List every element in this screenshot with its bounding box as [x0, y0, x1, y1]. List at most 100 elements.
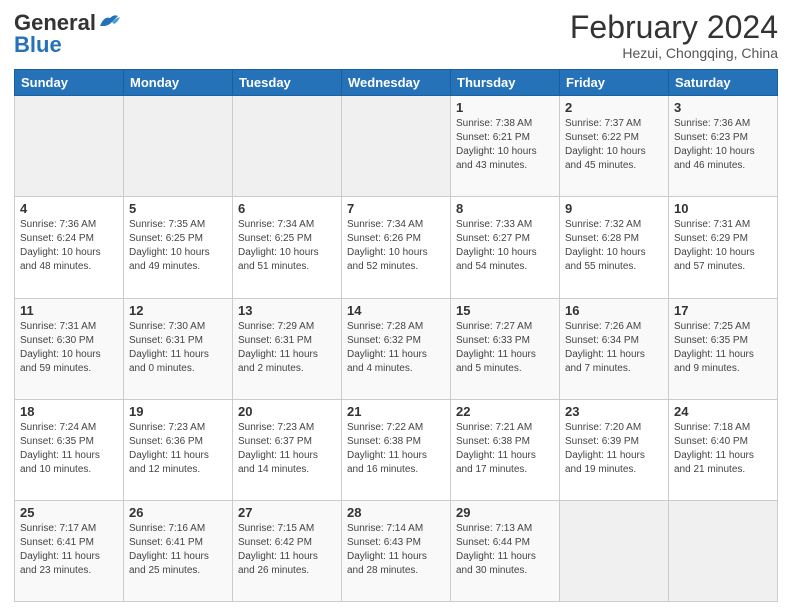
- page: General Blue February 2024 Hezui, Chongq…: [0, 0, 792, 612]
- day-number: 13: [238, 303, 336, 318]
- calendar-cell: 9 Sunrise: 7:32 AM Sunset: 6:28 PM Daylig…: [560, 197, 669, 298]
- calendar-cell: 10 Sunrise: 7:31 AM Sunset: 6:29 PM Dayli…: [669, 197, 778, 298]
- day-info: Sunrise: 7:20 AM Sunset: 6:39 PM Dayligh…: [565, 421, 663, 477]
- calendar-cell: 26 Sunrise: 7:16 AM Sunset: 6:41 PM Dayli…: [124, 500, 233, 601]
- day-info: Sunrise: 7:28 AM Sunset: 6:32 PM Dayligh…: [347, 320, 445, 376]
- day-number: 1: [456, 100, 554, 115]
- day-number: 20: [238, 404, 336, 419]
- header: General Blue February 2024 Hezui, Chongq…: [14, 10, 778, 61]
- day-number: 5: [129, 201, 227, 216]
- day-info: Sunrise: 7:13 AM Sunset: 6:44 PM Dayligh…: [456, 522, 554, 578]
- calendar-cell: 18Sunrise: 7:24 AM Sunset: 6:35 PM Dayli…: [15, 399, 124, 500]
- calendar-cell: 16 Sunrise: 7:26 AM Sunset: 6:34 PM Dayli…: [560, 298, 669, 399]
- calendar-cell: 24Sunrise: 7:18 AM Sunset: 6:40 PM Dayli…: [669, 399, 778, 500]
- day-info: Sunrise: 7:35 AM Sunset: 6:25 PM Dayligh…: [129, 218, 227, 274]
- day-info: Sunrise: 7:34 AM Sunset: 6:26 PM Dayligh…: [347, 218, 445, 274]
- calendar-cell: 19Sunrise: 7:23 AM Sunset: 6:36 PM Dayli…: [124, 399, 233, 500]
- day-number: 6: [238, 201, 336, 216]
- day-info: Sunrise: 7:30 AM Sunset: 6:31 PM Dayligh…: [129, 320, 227, 376]
- day-number: 24: [674, 404, 772, 419]
- calendar-cell: 14 Sunrise: 7:28 AM Sunset: 6:32 PM Dayli…: [342, 298, 451, 399]
- day-info: Sunrise: 7:32 AM Sunset: 6:28 PM Dayligh…: [565, 218, 663, 274]
- calendar-cell: [560, 500, 669, 601]
- day-number: 4: [20, 201, 118, 216]
- day-info: Sunrise: 7:16 AM Sunset: 6:41 PM Dayligh…: [129, 522, 227, 578]
- calendar-cell: 28Sunrise: 7:14 AM Sunset: 6:43 PM Dayli…: [342, 500, 451, 601]
- day-info: Sunrise: 7:22 AM Sunset: 6:38 PM Dayligh…: [347, 421, 445, 477]
- calendar-cell: 3 Sunrise: 7:36 AM Sunset: 6:23 PM Daylig…: [669, 96, 778, 197]
- week-row: 25 Sunrise: 7:17 AM Sunset: 6:41 PM Dayli…: [15, 500, 778, 601]
- calendar-cell: [342, 96, 451, 197]
- calendar-col-header: Sunday: [15, 70, 124, 96]
- week-row: 11Sunrise: 7:31 AM Sunset: 6:30 PM Dayli…: [15, 298, 778, 399]
- day-number: 11: [20, 303, 118, 318]
- calendar-cell: 7 Sunrise: 7:34 AM Sunset: 6:26 PM Daylig…: [342, 197, 451, 298]
- day-number: 27: [238, 505, 336, 520]
- logo-bird-icon: [98, 12, 120, 30]
- day-info: Sunrise: 7:15 AM Sunset: 6:42 PM Dayligh…: [238, 522, 336, 578]
- day-info: Sunrise: 7:21 AM Sunset: 6:38 PM Dayligh…: [456, 421, 554, 477]
- day-info: Sunrise: 7:31 AM Sunset: 6:29 PM Dayligh…: [674, 218, 772, 274]
- calendar-cell: [124, 96, 233, 197]
- day-info: Sunrise: 7:26 AM Sunset: 6:34 PM Dayligh…: [565, 320, 663, 376]
- day-number: 2: [565, 100, 663, 115]
- day-number: 15: [456, 303, 554, 318]
- day-number: 26: [129, 505, 227, 520]
- location: Hezui, Chongqing, China: [570, 45, 778, 61]
- logo-blue: Blue: [14, 32, 62, 58]
- calendar-cell: 15 Sunrise: 7:27 AM Sunset: 6:33 PM Dayli…: [451, 298, 560, 399]
- calendar-header-row: SundayMondayTuesdayWednesdayThursdayFrid…: [15, 70, 778, 96]
- day-number: 16: [565, 303, 663, 318]
- calendar-cell: 6Sunrise: 7:34 AM Sunset: 6:25 PM Daylig…: [233, 197, 342, 298]
- calendar-cell: 25 Sunrise: 7:17 AM Sunset: 6:41 PM Dayli…: [15, 500, 124, 601]
- calendar-table: SundayMondayTuesdayWednesdayThursdayFrid…: [14, 69, 778, 602]
- week-row: 4 Sunrise: 7:36 AM Sunset: 6:24 PM Daylig…: [15, 197, 778, 298]
- day-info: Sunrise: 7:36 AM Sunset: 6:23 PM Dayligh…: [674, 117, 772, 173]
- calendar-cell: 27 Sunrise: 7:15 AM Sunset: 6:42 PM Dayli…: [233, 500, 342, 601]
- day-number: 25: [20, 505, 118, 520]
- day-number: 28: [347, 505, 445, 520]
- day-number: 9: [565, 201, 663, 216]
- day-info: Sunrise: 7:33 AM Sunset: 6:27 PM Dayligh…: [456, 218, 554, 274]
- day-number: 8: [456, 201, 554, 216]
- title-block: February 2024 Hezui, Chongqing, China: [570, 10, 778, 61]
- day-number: 23: [565, 404, 663, 419]
- calendar-col-header: Friday: [560, 70, 669, 96]
- day-number: 12: [129, 303, 227, 318]
- calendar-cell: 17 Sunrise: 7:25 AM Sunset: 6:35 PM Dayli…: [669, 298, 778, 399]
- day-info: Sunrise: 7:36 AM Sunset: 6:24 PM Dayligh…: [20, 218, 118, 274]
- calendar-cell: 13 Sunrise: 7:29 AM Sunset: 6:31 PM Dayli…: [233, 298, 342, 399]
- week-row: 18Sunrise: 7:24 AM Sunset: 6:35 PM Dayli…: [15, 399, 778, 500]
- calendar-cell: 5 Sunrise: 7:35 AM Sunset: 6:25 PM Daylig…: [124, 197, 233, 298]
- day-info: Sunrise: 7:23 AM Sunset: 6:37 PM Dayligh…: [238, 421, 336, 477]
- calendar-cell: 11Sunrise: 7:31 AM Sunset: 6:30 PM Dayli…: [15, 298, 124, 399]
- day-number: 29: [456, 505, 554, 520]
- logo: General Blue: [14, 10, 120, 58]
- day-info: Sunrise: 7:38 AM Sunset: 6:21 PM Dayligh…: [456, 117, 554, 173]
- day-number: 3: [674, 100, 772, 115]
- day-number: 17: [674, 303, 772, 318]
- day-number: 22: [456, 404, 554, 419]
- calendar-cell: 8 Sunrise: 7:33 AM Sunset: 6:27 PM Daylig…: [451, 197, 560, 298]
- day-info: Sunrise: 7:23 AM Sunset: 6:36 PM Dayligh…: [129, 421, 227, 477]
- calendar-col-header: Wednesday: [342, 70, 451, 96]
- calendar-cell: 2 Sunrise: 7:37 AM Sunset: 6:22 PM Daylig…: [560, 96, 669, 197]
- day-info: Sunrise: 7:17 AM Sunset: 6:41 PM Dayligh…: [20, 522, 118, 578]
- day-info: Sunrise: 7:25 AM Sunset: 6:35 PM Dayligh…: [674, 320, 772, 376]
- calendar-cell: 1 Sunrise: 7:38 AM Sunset: 6:21 PM Daylig…: [451, 96, 560, 197]
- day-number: 10: [674, 201, 772, 216]
- day-number: 14: [347, 303, 445, 318]
- calendar-cell: 4 Sunrise: 7:36 AM Sunset: 6:24 PM Daylig…: [15, 197, 124, 298]
- calendar-cell: 29 Sunrise: 7:13 AM Sunset: 6:44 PM Dayli…: [451, 500, 560, 601]
- day-number: 18: [20, 404, 118, 419]
- day-number: 21: [347, 404, 445, 419]
- day-info: Sunrise: 7:37 AM Sunset: 6:22 PM Dayligh…: [565, 117, 663, 173]
- day-number: 7: [347, 201, 445, 216]
- day-info: Sunrise: 7:29 AM Sunset: 6:31 PM Dayligh…: [238, 320, 336, 376]
- calendar-col-header: Tuesday: [233, 70, 342, 96]
- calendar-cell: 20 Sunrise: 7:23 AM Sunset: 6:37 PM Dayli…: [233, 399, 342, 500]
- calendar-col-header: Monday: [124, 70, 233, 96]
- day-info: Sunrise: 7:27 AM Sunset: 6:33 PM Dayligh…: [456, 320, 554, 376]
- calendar-cell: 22 Sunrise: 7:21 AM Sunset: 6:38 PM Dayli…: [451, 399, 560, 500]
- calendar-cell: 21 Sunrise: 7:22 AM Sunset: 6:38 PM Dayli…: [342, 399, 451, 500]
